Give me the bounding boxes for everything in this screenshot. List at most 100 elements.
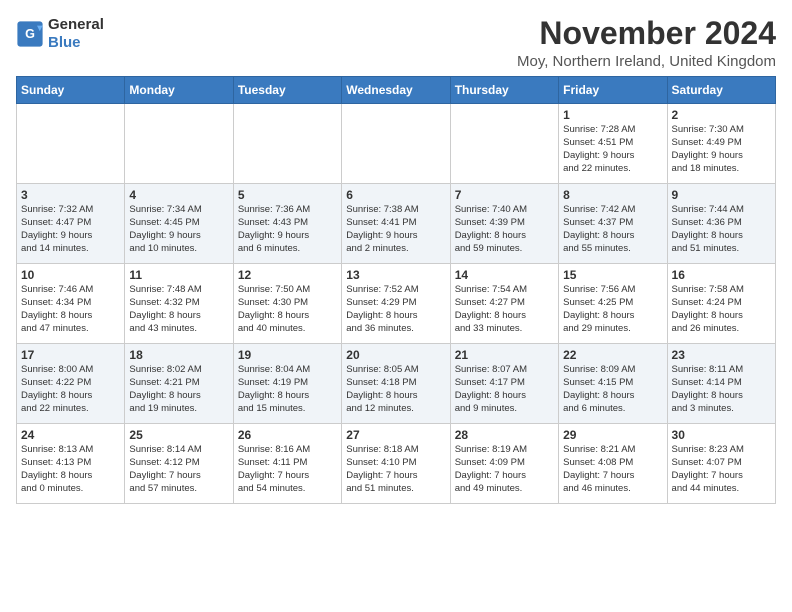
calendar-cell: 27 Sunrise: 8:18 AM Sunset: 4:10 PM Dayli… bbox=[342, 424, 450, 504]
calendar-week-row: 17Sunrise: 8:00 AM Sunset: 4:22 PM Dayli… bbox=[17, 344, 776, 424]
calendar-cell bbox=[125, 104, 233, 184]
day-content: Sunrise: 7:54 AM Sunset: 4:27 PM Dayligh… bbox=[455, 284, 554, 335]
day-number: 22 bbox=[563, 348, 662, 362]
calendar-cell bbox=[233, 104, 341, 184]
day-number: 28 bbox=[455, 428, 554, 442]
day-content: Sunrise: 8:09 AM Sunset: 4:15 PM Dayligh… bbox=[563, 364, 662, 415]
day-number: 5 bbox=[238, 188, 337, 202]
logo-line2: Blue bbox=[48, 34, 104, 52]
calendar-cell: 5 Sunrise: 7:36 AM Sunset: 4:43 PM Daylig… bbox=[233, 184, 341, 264]
header-friday: Friday bbox=[559, 77, 667, 104]
day-content: Sunrise: 8:14 AM Sunset: 4:12 PM Dayligh… bbox=[129, 444, 228, 495]
location-title: Moy, Northern Ireland, United Kingdom bbox=[517, 53, 776, 70]
calendar-cell: 24 Sunrise: 8:13 AM Sunset: 4:13 PM Dayli… bbox=[17, 424, 125, 504]
calendar-cell: 7 Sunrise: 7:40 AM Sunset: 4:39 PM Daylig… bbox=[450, 184, 558, 264]
day-number: 23 bbox=[672, 348, 771, 362]
day-content: Sunrise: 8:13 AM Sunset: 4:13 PM Dayligh… bbox=[21, 444, 120, 495]
calendar-cell: 22 Sunrise: 8:09 AM Sunset: 4:15 PM Dayli… bbox=[559, 344, 667, 424]
day-number: 24 bbox=[21, 428, 120, 442]
calendar-cell: 12Sunrise: 7:50 AM Sunset: 4:30 PM Dayli… bbox=[233, 264, 341, 344]
calendar-cell: 15 Sunrise: 7:56 AM Sunset: 4:25 PM Dayli… bbox=[559, 264, 667, 344]
logo-text: General Blue bbox=[48, 16, 104, 52]
calendar-cell: 6Sunrise: 7:38 AM Sunset: 4:41 PM Daylig… bbox=[342, 184, 450, 264]
calendar-cell bbox=[17, 104, 125, 184]
day-content: Sunrise: 8:04 AM Sunset: 4:19 PM Dayligh… bbox=[238, 364, 337, 415]
header-wednesday: Wednesday bbox=[342, 77, 450, 104]
day-content: Sunrise: 8:11 AM Sunset: 4:14 PM Dayligh… bbox=[672, 364, 771, 415]
header-tuesday: Tuesday bbox=[233, 77, 341, 104]
day-number: 9 bbox=[672, 188, 771, 202]
day-content: Sunrise: 7:56 AM Sunset: 4:25 PM Dayligh… bbox=[563, 284, 662, 335]
logo-line1: General bbox=[48, 16, 104, 34]
day-content: Sunrise: 7:42 AM Sunset: 4:37 PM Dayligh… bbox=[563, 204, 662, 255]
day-number: 29 bbox=[563, 428, 662, 442]
day-number: 14 bbox=[455, 268, 554, 282]
day-number: 21 bbox=[455, 348, 554, 362]
day-content: Sunrise: 8:07 AM Sunset: 4:17 PM Dayligh… bbox=[455, 364, 554, 415]
calendar-cell: 17Sunrise: 8:00 AM Sunset: 4:22 PM Dayli… bbox=[17, 344, 125, 424]
day-content: Sunrise: 7:44 AM Sunset: 4:36 PM Dayligh… bbox=[672, 204, 771, 255]
day-content: Sunrise: 8:16 AM Sunset: 4:11 PM Dayligh… bbox=[238, 444, 337, 495]
day-content: Sunrise: 7:30 AM Sunset: 4:49 PM Dayligh… bbox=[672, 124, 771, 175]
calendar-cell: 2 Sunrise: 7:30 AM Sunset: 4:49 PM Daylig… bbox=[667, 104, 775, 184]
calendar-cell: 25 Sunrise: 8:14 AM Sunset: 4:12 PM Dayli… bbox=[125, 424, 233, 504]
calendar-cell: 1 Sunrise: 7:28 AM Sunset: 4:51 PM Daylig… bbox=[559, 104, 667, 184]
calendar-cell: 19 Sunrise: 8:04 AM Sunset: 4:19 PM Dayli… bbox=[233, 344, 341, 424]
calendar-cell: 3 Sunrise: 7:32 AM Sunset: 4:47 PM Daylig… bbox=[17, 184, 125, 264]
calendar-cell: 14 Sunrise: 7:54 AM Sunset: 4:27 PM Dayli… bbox=[450, 264, 558, 344]
calendar-cell bbox=[342, 104, 450, 184]
day-number: 11 bbox=[129, 268, 228, 282]
day-content: Sunrise: 8:19 AM Sunset: 4:09 PM Dayligh… bbox=[455, 444, 554, 495]
day-number: 6 bbox=[346, 188, 445, 202]
day-number: 4 bbox=[129, 188, 228, 202]
title-block: November 2024 Moy, Northern Ireland, Uni… bbox=[517, 16, 776, 70]
day-content: Sunrise: 7:28 AM Sunset: 4:51 PM Dayligh… bbox=[563, 124, 662, 175]
day-content: Sunrise: 8:21 AM Sunset: 4:08 PM Dayligh… bbox=[563, 444, 662, 495]
calendar-cell: 29 Sunrise: 8:21 AM Sunset: 4:08 PM Dayli… bbox=[559, 424, 667, 504]
day-content: Sunrise: 7:36 AM Sunset: 4:43 PM Dayligh… bbox=[238, 204, 337, 255]
calendar-cell: 4 Sunrise: 7:34 AM Sunset: 4:45 PM Daylig… bbox=[125, 184, 233, 264]
logo: G General Blue bbox=[16, 16, 104, 52]
header-thursday: Thursday bbox=[450, 77, 558, 104]
day-number: 2 bbox=[672, 108, 771, 122]
calendar-cell: 28 Sunrise: 8:19 AM Sunset: 4:09 PM Dayli… bbox=[450, 424, 558, 504]
day-number: 19 bbox=[238, 348, 337, 362]
calendar-week-row: 3 Sunrise: 7:32 AM Sunset: 4:47 PM Daylig… bbox=[17, 184, 776, 264]
day-content: Sunrise: 7:40 AM Sunset: 4:39 PM Dayligh… bbox=[455, 204, 554, 255]
day-number: 25 bbox=[129, 428, 228, 442]
svg-text:G: G bbox=[25, 27, 35, 41]
calendar-cell bbox=[450, 104, 558, 184]
calendar-cell: 8Sunrise: 7:42 AM Sunset: 4:37 PM Daylig… bbox=[559, 184, 667, 264]
day-content: Sunrise: 8:02 AM Sunset: 4:21 PM Dayligh… bbox=[129, 364, 228, 415]
day-number: 10 bbox=[21, 268, 120, 282]
day-number: 15 bbox=[563, 268, 662, 282]
day-number: 18 bbox=[129, 348, 228, 362]
day-number: 3 bbox=[21, 188, 120, 202]
day-content: Sunrise: 7:32 AM Sunset: 4:47 PM Dayligh… bbox=[21, 204, 120, 255]
day-number: 13 bbox=[346, 268, 445, 282]
day-content: Sunrise: 8:18 AM Sunset: 4:10 PM Dayligh… bbox=[346, 444, 445, 495]
day-content: Sunrise: 8:05 AM Sunset: 4:18 PM Dayligh… bbox=[346, 364, 445, 415]
header-sunday: Sunday bbox=[17, 77, 125, 104]
calendar-cell: 26 Sunrise: 8:16 AM Sunset: 4:11 PM Dayli… bbox=[233, 424, 341, 504]
day-number: 7 bbox=[455, 188, 554, 202]
day-number: 30 bbox=[672, 428, 771, 442]
calendar-cell: 11Sunrise: 7:48 AM Sunset: 4:32 PM Dayli… bbox=[125, 264, 233, 344]
day-number: 26 bbox=[238, 428, 337, 442]
page-header: G General Blue November 2024 Moy, Northe… bbox=[16, 16, 776, 70]
day-number: 20 bbox=[346, 348, 445, 362]
header-monday: Monday bbox=[125, 77, 233, 104]
day-content: Sunrise: 7:34 AM Sunset: 4:45 PM Dayligh… bbox=[129, 204, 228, 255]
day-number: 1 bbox=[563, 108, 662, 122]
day-number: 27 bbox=[346, 428, 445, 442]
day-number: 16 bbox=[672, 268, 771, 282]
calendar-cell: 23 Sunrise: 8:11 AM Sunset: 4:14 PM Dayli… bbox=[667, 344, 775, 424]
calendar-table: SundayMondayTuesdayWednesdayThursdayFrid… bbox=[16, 76, 776, 504]
day-content: Sunrise: 8:00 AM Sunset: 4:22 PM Dayligh… bbox=[21, 364, 120, 415]
day-content: Sunrise: 7:46 AM Sunset: 4:34 PM Dayligh… bbox=[21, 284, 120, 335]
calendar-cell: 21 Sunrise: 8:07 AM Sunset: 4:17 PM Dayli… bbox=[450, 344, 558, 424]
calendar-week-row: 24 Sunrise: 8:13 AM Sunset: 4:13 PM Dayli… bbox=[17, 424, 776, 504]
day-content: Sunrise: 7:50 AM Sunset: 4:30 PM Dayligh… bbox=[238, 284, 337, 335]
day-content: Sunrise: 7:58 AM Sunset: 4:24 PM Dayligh… bbox=[672, 284, 771, 335]
calendar-cell: 9 Sunrise: 7:44 AM Sunset: 4:36 PM Daylig… bbox=[667, 184, 775, 264]
